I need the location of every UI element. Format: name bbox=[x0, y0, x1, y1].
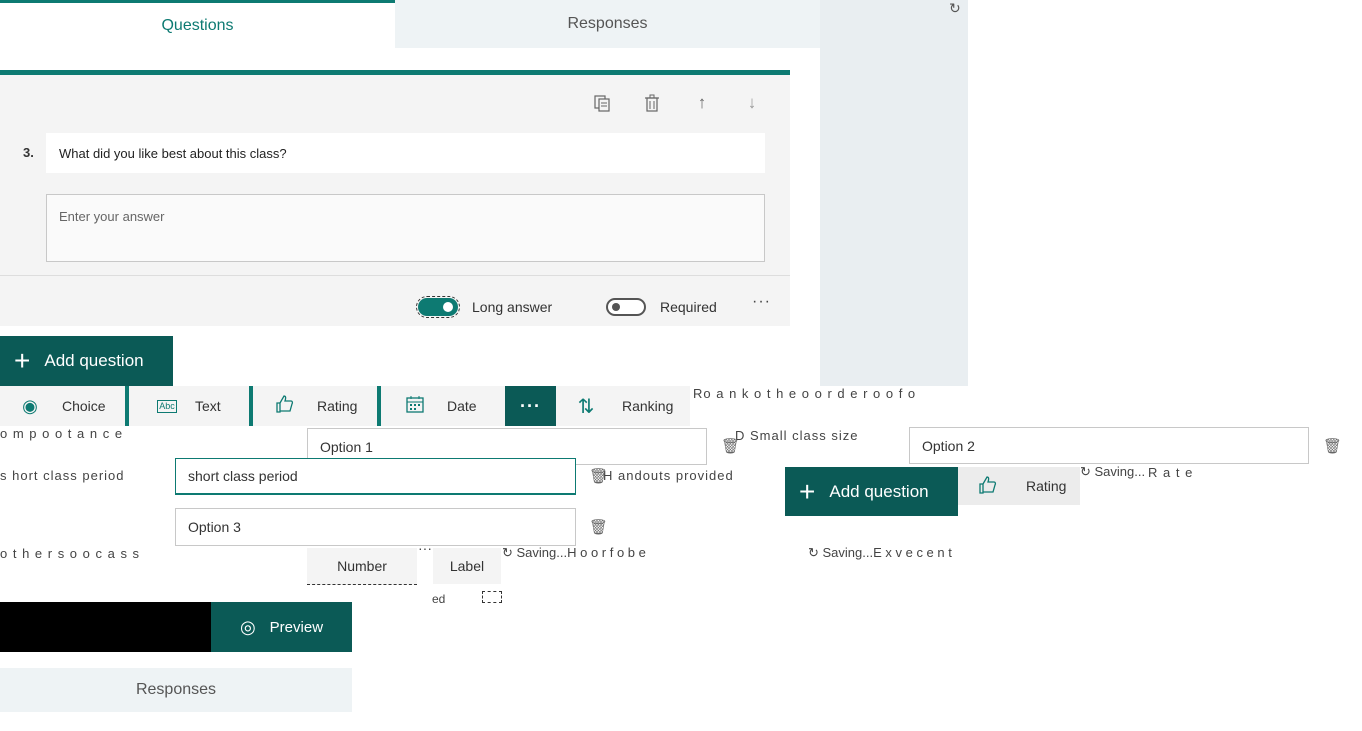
long-answer-toggle[interactable] bbox=[416, 296, 460, 318]
trash-icon[interactable]: 🗑 bbox=[1323, 437, 1342, 455]
artifact-text: s hort class period bbox=[0, 468, 125, 483]
saving-status: ↻ Saving...H o o r f o b e bbox=[502, 545, 646, 560]
required-label: Required bbox=[660, 299, 717, 315]
divider bbox=[0, 275, 790, 276]
type-date-button[interactable]: Date bbox=[381, 386, 505, 426]
question-title-input[interactable]: What did you like best about this class? bbox=[46, 133, 765, 173]
number-button[interactable]: Number bbox=[307, 548, 417, 585]
artifact-text: H andouts provided bbox=[603, 468, 734, 483]
type-choice-label: Choice bbox=[62, 398, 106, 414]
add-question-label: Add question bbox=[44, 351, 144, 370]
partial-text: ed bbox=[432, 592, 446, 606]
copy-icon[interactable] bbox=[590, 91, 614, 115]
type-rating-button[interactable]: Rating bbox=[958, 467, 1080, 505]
question-card: ↑ ↓ 3. What did you like best about this… bbox=[0, 70, 790, 326]
tab-bar: Questions Responses bbox=[0, 0, 820, 48]
arrow-down-icon[interactable]: ↓ bbox=[740, 91, 764, 115]
type-rating-label: Rating bbox=[317, 398, 358, 414]
calendar-icon bbox=[405, 395, 425, 418]
artifact-text: Ro a n k o t h e o o r d e r o o f o bbox=[693, 386, 917, 401]
question-number: 3. bbox=[23, 145, 34, 160]
option-2-input[interactable]: Option 2 bbox=[909, 427, 1309, 464]
thumbs-up-icon bbox=[275, 394, 295, 418]
more-types-button[interactable]: ··· bbox=[505, 386, 556, 426]
add-question-button[interactable]: + Add question bbox=[0, 336, 173, 386]
add-question-button[interactable]: + Add question bbox=[785, 467, 958, 516]
add-question-label: Add question bbox=[829, 481, 929, 501]
type-text-button[interactable]: Abc Text bbox=[129, 386, 249, 426]
preview-button[interactable]: ◎ Preview bbox=[211, 602, 352, 652]
long-answer-label: Long answer bbox=[472, 299, 553, 315]
saving-text: Saving...H o o r f o b e bbox=[516, 545, 646, 560]
ranking-icon: ⇅ bbox=[577, 395, 595, 418]
more-options-icon[interactable]: ··· bbox=[752, 293, 771, 311]
type-text-label: Text bbox=[195, 398, 221, 414]
type-rating-button[interactable]: Rating bbox=[253, 386, 377, 426]
arrow-up-icon[interactable]: ↑ bbox=[690, 91, 714, 115]
black-bar bbox=[0, 602, 211, 652]
preview-label: Preview bbox=[269, 618, 324, 636]
option-active-input[interactable]: short class period bbox=[175, 458, 576, 495]
trash-icon[interactable]: 🗑 bbox=[589, 467, 608, 485]
type-ranking-label: Ranking bbox=[622, 398, 674, 414]
type-date-label: Date bbox=[447, 398, 477, 414]
more-icon[interactable]: ··· bbox=[418, 540, 432, 556]
side-panel bbox=[820, 0, 968, 386]
tab-responses[interactable]: Responses bbox=[0, 668, 352, 712]
thumbs-up-icon bbox=[978, 475, 998, 497]
saving-status: ↻ Saving... bbox=[1080, 464, 1146, 479]
option-3-input[interactable]: Option 3 bbox=[175, 508, 576, 546]
eye-icon: ◎ bbox=[239, 616, 256, 637]
type-choice-button[interactable]: ◉ Choice bbox=[0, 386, 125, 426]
focus-box bbox=[482, 591, 502, 603]
tab-questions[interactable]: Questions bbox=[0, 0, 395, 48]
radio-icon: ◉ bbox=[22, 395, 38, 416]
answer-placeholder-field: Enter your answer bbox=[46, 194, 765, 262]
saving-text: Saving...E x v e c e n t bbox=[822, 545, 952, 560]
type-ranking-button[interactable]: ⇅ Ranking bbox=[556, 386, 690, 426]
saving-text: Saving... bbox=[1094, 464, 1146, 479]
text-abc-icon: Abc bbox=[157, 399, 177, 413]
trash-icon[interactable]: 🗑 bbox=[721, 437, 740, 455]
refresh-icon: ↻ bbox=[949, 0, 961, 16]
label-button[interactable]: Label bbox=[433, 548, 501, 584]
plus-icon: + bbox=[799, 475, 816, 507]
artifact-text: o m p o o t a n c e bbox=[0, 426, 124, 441]
artifact-text: R a t e bbox=[1148, 465, 1194, 480]
tab-responses[interactable]: Responses bbox=[395, 0, 820, 48]
trash-icon[interactable] bbox=[640, 91, 664, 115]
artifact-text: o t h e r s o o c a s s bbox=[0, 546, 141, 561]
required-toggle[interactable] bbox=[606, 298, 646, 316]
trash-icon[interactable]: 🗑 bbox=[589, 518, 608, 536]
type-rating-label: Rating bbox=[1026, 478, 1067, 494]
saving-status: ↻ Saving...E x v e c e n t bbox=[808, 545, 952, 560]
artifact-text: D Small class size bbox=[735, 428, 859, 443]
plus-icon: + bbox=[14, 345, 31, 376]
